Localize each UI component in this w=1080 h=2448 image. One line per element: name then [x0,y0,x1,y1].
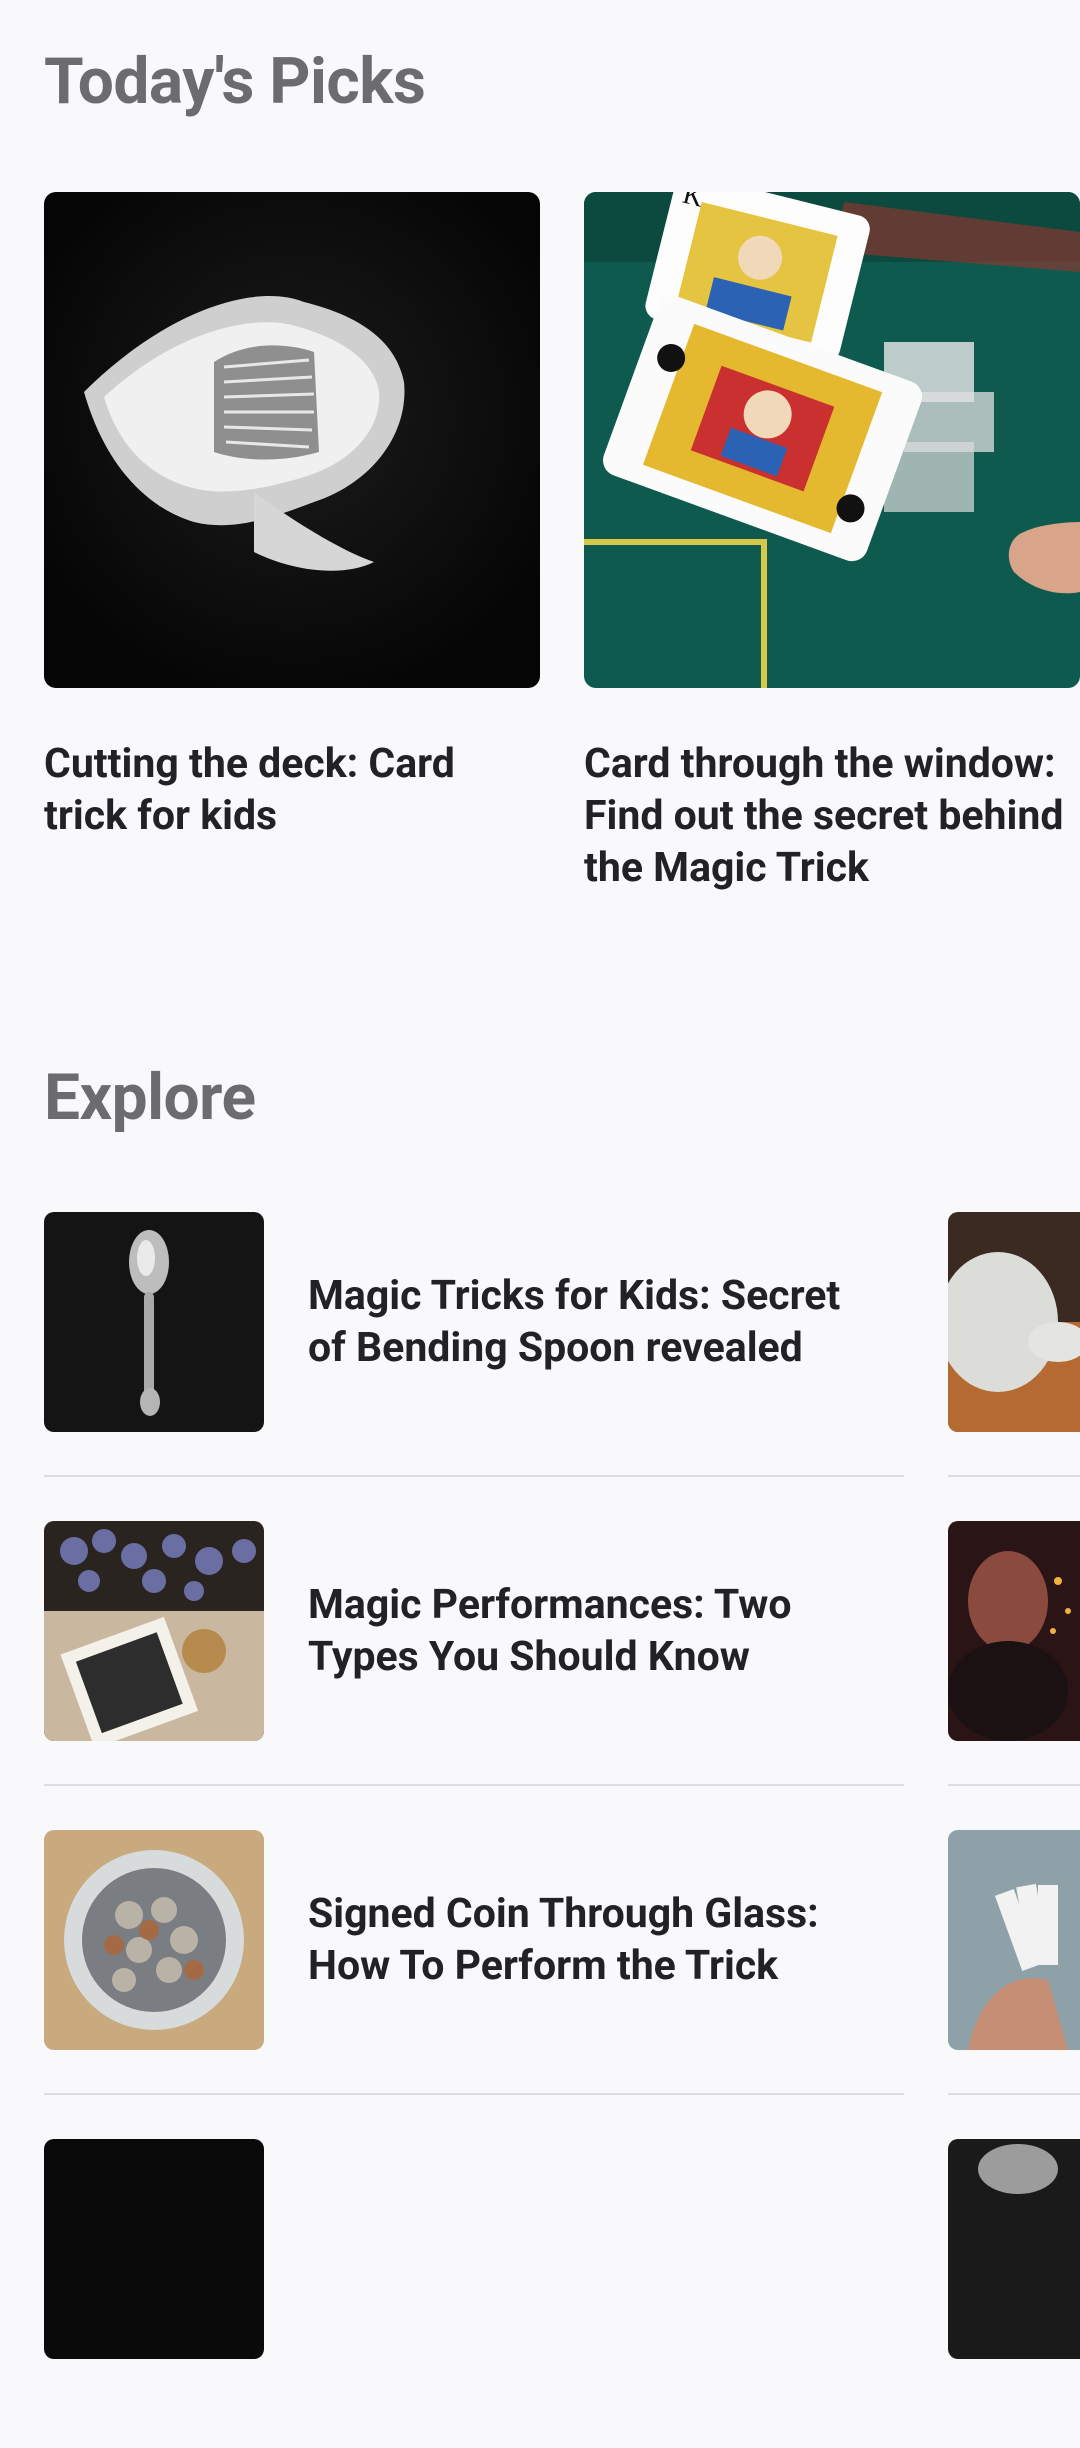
next-peek-photo [948,2139,1080,2359]
list-item-title: Magic Performances: Two Types You Should… [308,1581,792,1681]
divider [948,2093,1080,2095]
next-item-photo [44,2139,264,2359]
silver-coins-photo [948,1212,1080,1432]
pick-title: Card through the window: Find out the se… [584,740,1064,892]
divider [44,2093,904,2095]
hand-cards-photo [948,1830,1080,2050]
pick-card-cutting-deck[interactable]: Cutting the deck: Card trick for kids [44,192,540,842]
pick-card-card-through-window[interactable]: K Card through the window: Find out the … [584,192,1080,894]
woman-lights-photo [948,1521,1080,1741]
todays-picks-title: Today's Picks [44,44,426,119]
divider [44,1475,904,1477]
divider [948,1784,1080,1786]
gloved-hands-cards-photo [44,192,540,688]
divider [948,1475,1080,1477]
lavender-tarot-photo [44,1521,264,1741]
spoon-photo [44,1212,264,1432]
pick-title: Cutting the deck: Card trick for kids [44,740,455,840]
explore-title: Explore [44,1060,256,1135]
list-item-title: Magic Tricks for Kids: Secret of Bending… [308,1272,841,1372]
king-cards-green-table-photo: K [584,192,1080,688]
list-item-title: Signed Coin Through Glass: How To Perfor… [308,1890,819,1990]
divider [44,1784,904,1786]
coin-jar-photo [44,1830,264,2050]
